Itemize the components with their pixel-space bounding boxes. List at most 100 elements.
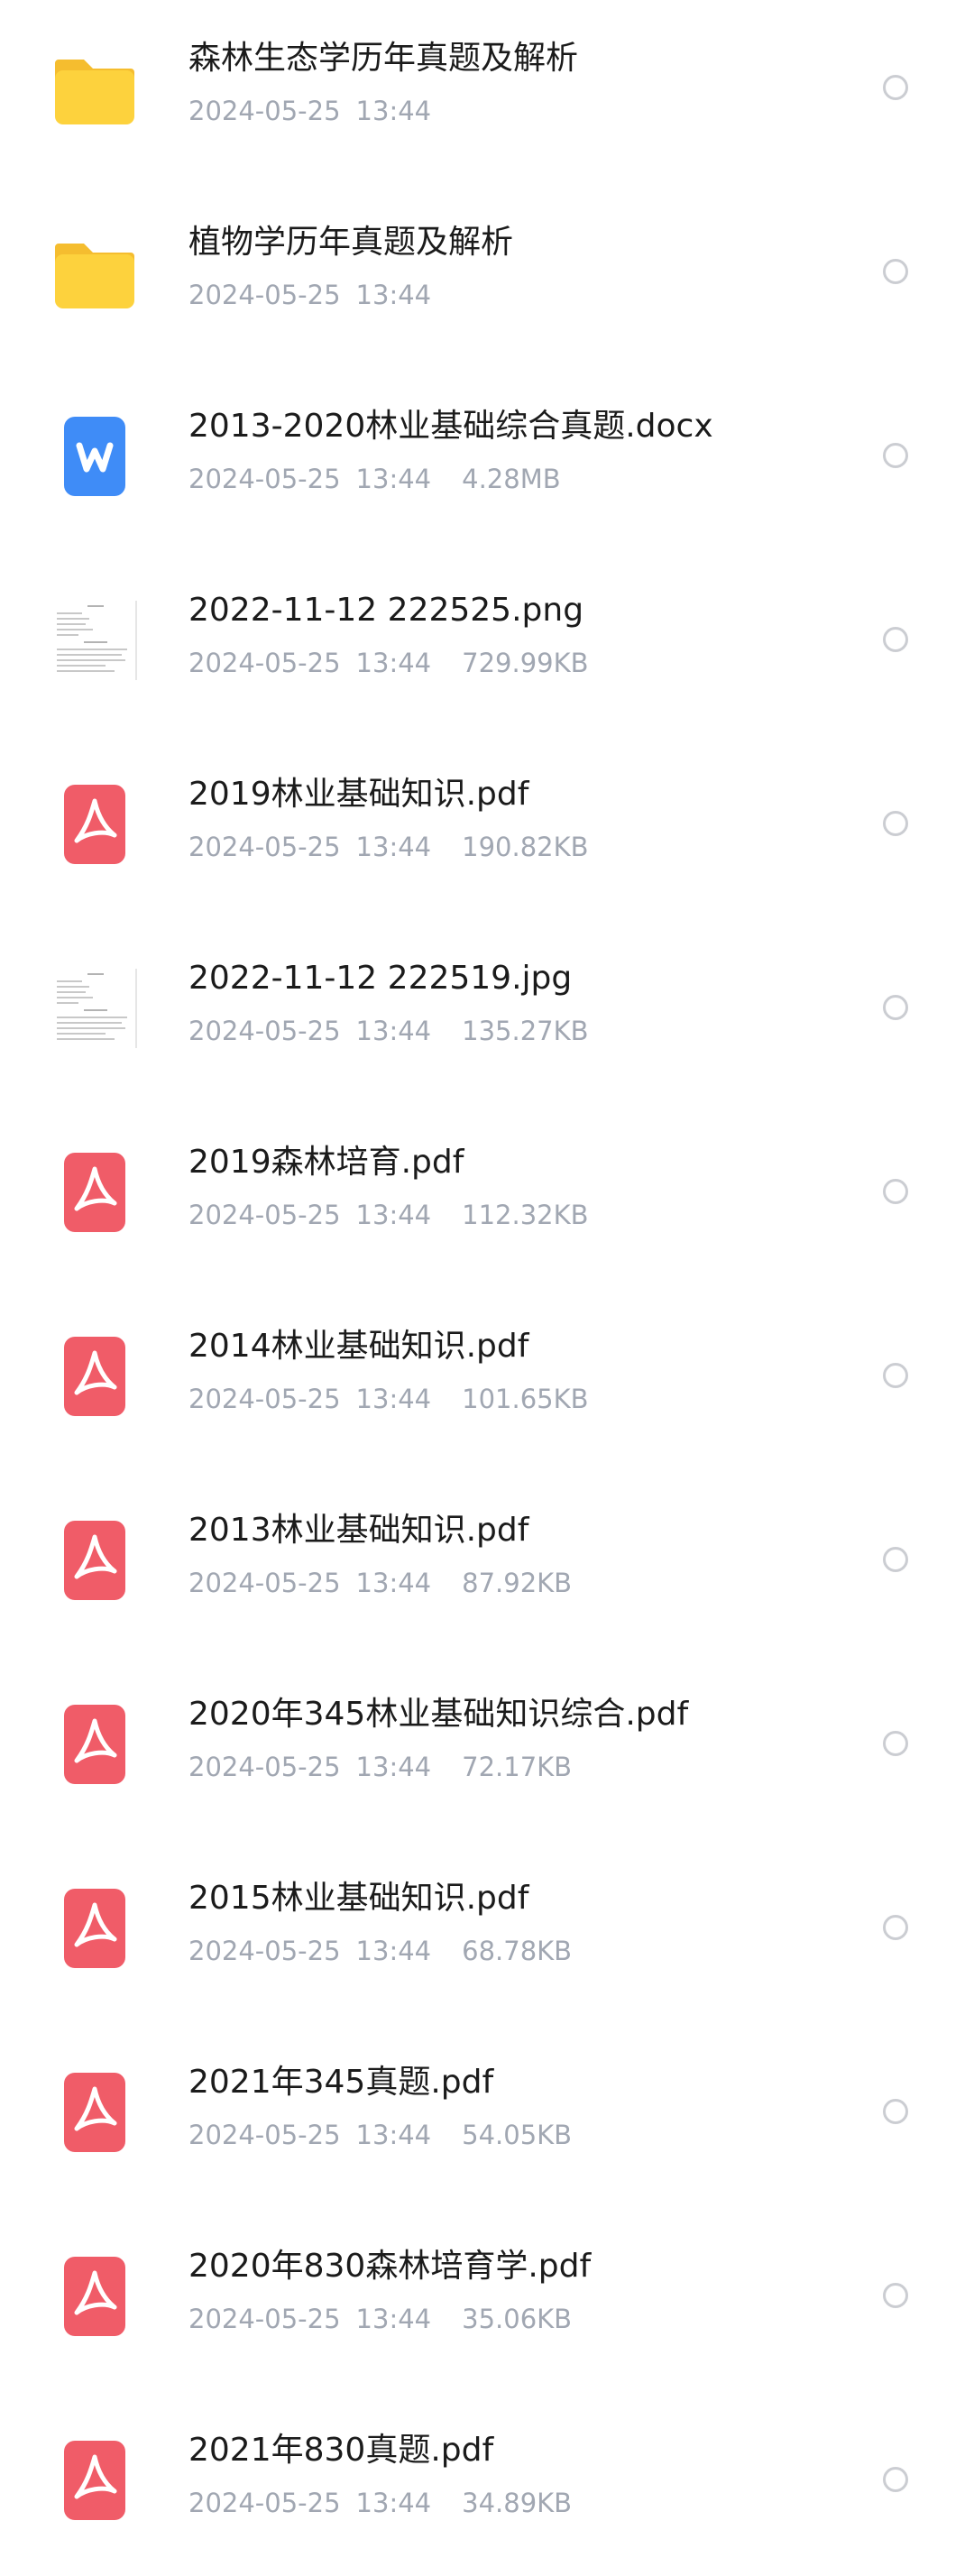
pdf-icon — [51, 2069, 138, 2156]
file-date: 2024-05-25 — [188, 2120, 341, 2150]
file-time: 13:44 — [355, 832, 432, 862]
file-time: 13:44 — [355, 2488, 432, 2518]
file-row[interactable]: 2020年830森林培育学.pdf 2024-05-25 13:44 35.06KB — [0, 2208, 974, 2392]
file-date: 2024-05-25 — [188, 280, 341, 310]
file-name: 2014林业基础知识.pdf — [188, 1328, 529, 1365]
select-checkbox[interactable] — [883, 2283, 908, 2308]
file-date: 2024-05-25 — [188, 1936, 341, 1966]
file-date: 2024-05-25 — [188, 832, 341, 862]
file-date: 2024-05-25 — [188, 1384, 341, 1414]
file-time: 13:44 — [355, 2304, 432, 2334]
file-time: 13:44 — [355, 1016, 432, 1046]
file-time: 13:44 — [355, 464, 432, 494]
select-checkbox[interactable] — [883, 443, 908, 468]
file-time: 13:44 — [355, 1936, 432, 1966]
file-size: 54.05KB — [462, 2120, 573, 2150]
select-checkbox[interactable] — [883, 2467, 908, 2492]
file-size: 190.82KB — [462, 832, 589, 862]
file-name: 2020年345林业基础知识综合.pdf — [188, 1696, 689, 1733]
file-time: 13:44 — [355, 280, 432, 310]
file-meta: 2024-05-25 13:44 190.82KB — [188, 834, 589, 860]
file-meta: 2024-05-25 13:44 — [188, 98, 462, 124]
file-name: 森林生态学历年真题及解析 — [188, 40, 579, 77]
file-row[interactable]: 2021年345真题.pdf 2024-05-25 13:44 54.05KB — [0, 2024, 974, 2208]
pdf-icon — [51, 1701, 138, 1788]
file-time: 13:44 — [355, 648, 432, 678]
file-meta: 2024-05-25 13:44 35.06KB — [188, 2306, 572, 2332]
file-row[interactable]: 森林生态学历年真题及解析 2024-05-25 13:44 — [0, 0, 974, 184]
file-size: 729.99KB — [462, 648, 589, 678]
file-size: 101.65KB — [462, 1384, 589, 1414]
file-size: 112.32KB — [462, 1200, 589, 1230]
pdf-icon — [51, 1517, 138, 1604]
file-row[interactable]: 2020年345林业基础知识综合.pdf 2024-05-25 13:44 72.1… — [0, 1656, 974, 1840]
select-checkbox[interactable] — [883, 1731, 908, 1756]
file-date: 2024-05-25 — [188, 1752, 341, 1782]
pdf-icon — [51, 2253, 138, 2340]
file-size: 68.78KB — [462, 1936, 573, 1966]
file-time: 13:44 — [355, 1384, 432, 1414]
file-name: 2013-2020林业基础综合真题.docx — [188, 408, 713, 445]
select-checkbox[interactable] — [883, 75, 908, 100]
file-row[interactable]: 2019林业基础知识.pdf 2024-05-25 13:44 190.82KB — [0, 736, 974, 920]
file-date: 2024-05-25 — [188, 1016, 341, 1046]
file-date: 2024-05-25 — [188, 464, 341, 494]
select-checkbox[interactable] — [883, 1363, 908, 1388]
file-row[interactable]: 2015林业基础知识.pdf 2024-05-25 13:44 68.78KB — [0, 1840, 974, 2024]
file-meta: 2024-05-25 13:44 34.89KB — [188, 2490, 572, 2516]
file-size: 72.17KB — [462, 1752, 573, 1782]
select-checkbox[interactable] — [883, 1547, 908, 1572]
file-time: 13:44 — [355, 1568, 432, 1598]
pdf-icon — [51, 1333, 138, 1420]
select-checkbox[interactable] — [883, 627, 908, 652]
file-row[interactable]: 2013-2020林业基础综合真题.docx 2024-05-25 13:44 4.… — [0, 368, 974, 552]
file-size: 87.92KB — [462, 1568, 573, 1598]
select-checkbox[interactable] — [883, 259, 908, 284]
file-row[interactable]: 2022-11-12 222525.png 2024-05-25 13:44 729… — [0, 552, 974, 736]
file-name: 2019林业基础知识.pdf — [188, 776, 529, 813]
select-checkbox[interactable] — [883, 1915, 908, 1940]
file-meta: 2024-05-25 13:44 112.32KB — [188, 1202, 589, 1228]
image-thumbnail — [51, 965, 138, 1052]
file-name: 2019森林培育.pdf — [188, 1144, 464, 1181]
file-meta: 2024-05-25 13:44 72.17KB — [188, 1754, 572, 1780]
file-date: 2024-05-25 — [188, 1568, 341, 1598]
file-name: 2020年830森林培育学.pdf — [188, 2248, 592, 2285]
file-time: 13:44 — [355, 2120, 432, 2150]
file-name: 2013林业基础知识.pdf — [188, 1512, 529, 1549]
file-time: 13:44 — [355, 96, 432, 126]
file-meta: 2024-05-25 13:44 101.65KB — [188, 1386, 589, 1412]
file-size: 135.27KB — [462, 1016, 589, 1046]
word-icon — [51, 413, 138, 500]
file-row[interactable]: 2014林业基础知识.pdf 2024-05-25 13:44 101.65KB — [0, 1288, 974, 1472]
file-name: 2021年345真题.pdf — [188, 2064, 494, 2101]
file-size: 35.06KB — [462, 2304, 573, 2334]
file-meta: 2024-05-25 13:44 729.99KB — [188, 650, 589, 676]
file-meta: 2024-05-25 13:44 4.28MB — [188, 466, 561, 492]
file-size: 4.28MB — [462, 464, 561, 494]
pdf-icon — [51, 781, 138, 868]
folder-icon — [51, 229, 138, 316]
file-meta: 2024-05-25 13:44 135.27KB — [188, 1018, 589, 1044]
pdf-icon — [51, 2437, 138, 2524]
file-name: 2021年830真题.pdf — [188, 2432, 494, 2469]
file-meta: 2024-05-25 13:44 87.92KB — [188, 1570, 572, 1596]
file-row[interactable]: 2019森林培育.pdf 2024-05-25 13:44 112.32KB — [0, 1104, 974, 1288]
select-checkbox[interactable] — [883, 1179, 908, 1204]
file-list: 森林生态学历年真题及解析 2024-05-25 13:44 植物学历年真题及解析 … — [0, 0, 974, 2558]
file-row[interactable]: 2021年830真题.pdf 2024-05-25 13:44 34.89KB — [0, 2392, 974, 2576]
select-checkbox[interactable] — [883, 811, 908, 836]
file-row[interactable]: 植物学历年真题及解析 2024-05-25 13:44 — [0, 184, 974, 368]
file-name: 2022-11-12 222519.jpg — [188, 960, 573, 997]
image-thumbnail — [51, 597, 138, 684]
select-checkbox[interactable] — [883, 995, 908, 1020]
file-size: 34.89KB — [462, 2488, 573, 2518]
file-row[interactable]: 2013林业基础知识.pdf 2024-05-25 13:44 87.92KB — [0, 1472, 974, 1656]
file-date: 2024-05-25 — [188, 2304, 341, 2334]
select-checkbox[interactable] — [883, 2099, 908, 2124]
file-meta: 2024-05-25 13:44 — [188, 282, 462, 308]
file-row[interactable]: 2022-11-12 222519.jpg 2024-05-25 13:44 135… — [0, 920, 974, 1104]
file-name: 2022-11-12 222525.png — [188, 592, 584, 629]
file-date: 2024-05-25 — [188, 1200, 341, 1230]
file-name: 2015林业基础知识.pdf — [188, 1880, 529, 1917]
